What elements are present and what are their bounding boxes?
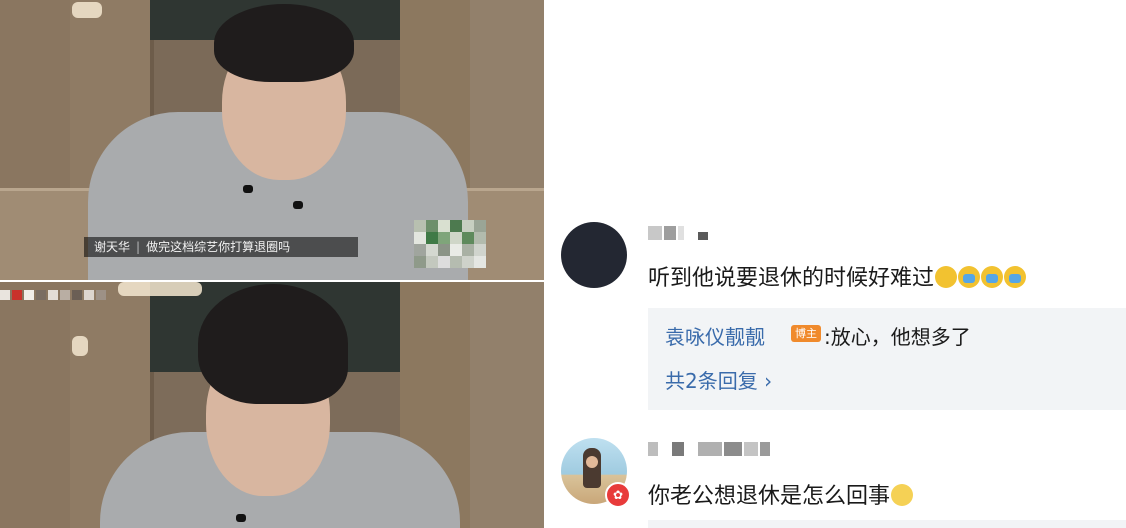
video-still-bottom bbox=[0, 282, 544, 528]
crying-face-emoji bbox=[981, 266, 1004, 288]
reply-author[interactable]: 袁咏仪靓靓 bbox=[665, 321, 765, 350]
person-hair bbox=[214, 4, 354, 82]
username-mosaic[interactable] bbox=[648, 442, 770, 456]
wall-panel bbox=[470, 282, 544, 528]
sad-face-emoji bbox=[935, 266, 958, 288]
reply-text: :放心，他想多了 bbox=[824, 325, 971, 349]
crying-face-emoji bbox=[1004, 266, 1027, 288]
lapel-mic bbox=[293, 201, 303, 209]
commenter-avatar[interactable] bbox=[561, 222, 627, 288]
comment-body: 你老公想退休是怎么回事 bbox=[648, 484, 891, 509]
view-replies-link[interactable]: 共2条回复 › bbox=[665, 365, 772, 394]
comment-text: 你老公想退休是怎么回事 bbox=[648, 478, 914, 510]
person-hair bbox=[198, 284, 348, 404]
crying-face-emoji bbox=[958, 266, 981, 288]
lamp bbox=[72, 336, 88, 356]
avatar-figure bbox=[583, 448, 601, 488]
lamp bbox=[118, 282, 202, 296]
watermark-mosaic bbox=[0, 290, 106, 300]
lapel-mic bbox=[243, 185, 253, 193]
subtitle-speaker: 谢天华 bbox=[94, 240, 131, 254]
vip-badge-icon: ✿ bbox=[605, 482, 631, 508]
video-subtitle: 谢天华 | 做完这档综艺你打算退圈吗 bbox=[84, 237, 358, 257]
comment-body: 听到他说要退休的时候好难过 bbox=[648, 266, 935, 291]
username-mosaic[interactable] bbox=[648, 226, 708, 240]
subtitle-text: 做完这档综艺你打算退圈吗 bbox=[146, 240, 291, 254]
wall-panel bbox=[0, 282, 74, 528]
thinking-face-emoji bbox=[891, 484, 914, 506]
comment-panel: 听到他说要退休的时候好难过 袁咏仪靓靓 博主 :放心，他想多了 共2条回复 › … bbox=[544, 0, 1126, 528]
watermark-mosaic bbox=[414, 220, 486, 268]
video-still-top: 谢天华 | 做完这档综艺你打算退圈吗 bbox=[0, 0, 544, 280]
blogger-badge: 博主 bbox=[791, 325, 821, 342]
comment-text: 听到他说要退休的时候好难过 bbox=[648, 260, 1027, 292]
avatar-face bbox=[586, 456, 598, 468]
lapel-mic bbox=[236, 514, 246, 522]
lamp bbox=[72, 2, 102, 18]
reply-preview[interactable]: 袁咏仪靓靓 博主 :放心，他想多了 共2条回复 › bbox=[648, 308, 1126, 410]
reply-preview[interactable] bbox=[648, 520, 1126, 528]
